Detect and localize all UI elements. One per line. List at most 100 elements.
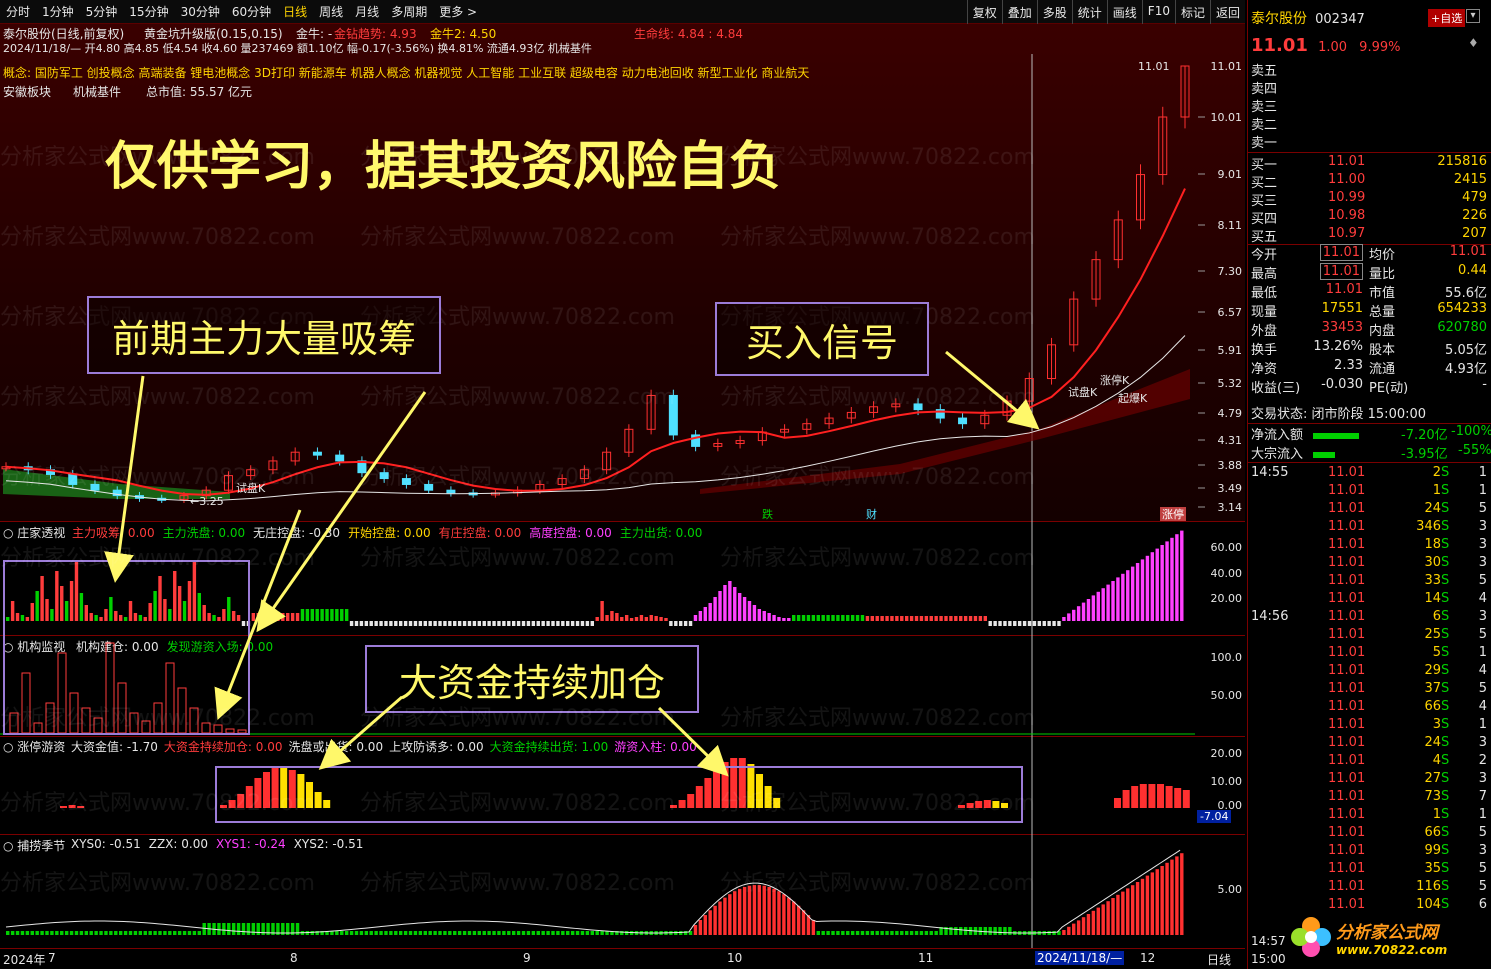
ask-row[interactable]: 卖四 [1251,78,1491,97]
tick-count: 5 [1478,879,1487,894]
tick-volume: 1 [1432,807,1441,822]
tick-price: 11.01 [1328,609,1366,624]
stat-value: 55.6亿 [1445,286,1487,301]
tick-count: 1 [1478,717,1487,732]
tick-side: S [1441,645,1450,660]
tick-price: 11.01 [1328,645,1366,660]
tick-price: 11.01 [1328,573,1366,588]
stat-value: 17551 [1321,301,1363,316]
tick-side: S [1441,483,1450,498]
tick-side: S [1441,861,1450,876]
ask-row[interactable]: 卖二 [1251,114,1491,133]
bid-row[interactable]: 买四 10.98 226 [1251,208,1491,227]
bid-row[interactable]: 买五 10.97 207 [1251,226,1491,245]
stat-label: 现量 [1251,305,1278,320]
stat-value: 5.05亿 [1445,343,1487,358]
tick-side: S [1441,843,1450,858]
stat-value: -0.030 [1321,377,1363,392]
tick-row: 11.01 66 S 5 [1251,825,1491,843]
tick-price: 11.01 [1328,501,1366,516]
add-watchlist-button[interactable]: +自选 [1428,9,1466,27]
tick-side: S [1441,537,1450,552]
tick-row: 11.01 99 S 3 [1251,843,1491,861]
ask-row[interactable]: 卖一 [1251,132,1491,151]
tick-count: 5 [1478,501,1487,516]
tick-price: 11.01 [1328,465,1366,480]
tick-row: 11.01 116 S 5 [1251,879,1491,897]
tick-volume: 35 [1424,861,1441,876]
tick-volume: 27 [1424,771,1441,786]
tick-side: S [1441,663,1450,678]
stat-label: 最低 [1251,286,1278,301]
bid-price: 10.98 [1328,208,1366,223]
stat-row: 净资 2.33 流通 4.93亿 [1251,358,1491,377]
stat-label: 均价 [1369,248,1396,263]
tick-side: S [1441,519,1450,534]
tick-row: 11.01 73 S 7 [1251,789,1491,807]
bid-price: 11.00 [1328,172,1366,187]
tick-volume: 37 [1424,681,1441,696]
tick-price: 11.01 [1328,789,1366,804]
tick-price: 11.01 [1328,753,1366,768]
tick-volume: 116 [1416,879,1441,894]
tick-side: S [1441,735,1450,750]
tick-volume: 14 [1424,591,1441,606]
tick-volume: 33 [1424,573,1441,588]
tick-count: 5 [1478,825,1487,840]
stat-row: 外盘 33453 内盘 620780 [1251,320,1491,339]
stat-label: 股本 [1369,343,1396,358]
tick-volume: 66 [1424,825,1441,840]
netflow-bar [1313,432,1360,439]
ask-row[interactable]: 卖五 [1251,60,1491,79]
tick-count: 3 [1478,555,1487,570]
tick-price: 11.01 [1328,627,1366,642]
stat-value: 33453 [1321,320,1363,335]
bid-row[interactable]: 买二 11.00 2415 [1251,172,1491,191]
bell-icon[interactable]: ♦ [1468,36,1479,50]
flower-logo-icon [1291,917,1331,957]
ask-label: 卖四 [1251,82,1278,97]
tick-price: 11.01 [1328,735,1366,750]
tick-row: 11.01 3 S 1 [1251,717,1491,735]
tick-volume: 2 [1432,465,1441,480]
tick-row: 11.01 4 S 2 [1251,753,1491,771]
tick-count: 3 [1478,537,1487,552]
tick-price: 11.01 [1328,861,1366,876]
price-change: 1.00 [1318,40,1348,55]
tick-row: 11.01 346 S 3 [1251,519,1491,537]
stat-value: 4.93亿 [1445,362,1487,377]
tick-price: 11.01 [1328,681,1366,696]
arrow-overlay [104,350,1040,777]
bigflow-label: 大宗流入 [1251,447,1304,462]
stat-row: 最低 11.01 市值 55.6亿 [1251,282,1491,301]
tick-side: S [1441,879,1450,894]
ask-row[interactable]: 卖三 [1251,96,1491,115]
tick-side: S [1441,825,1450,840]
quote-panel: 泰尔股份 002347 +自选 ▾ 11.01 1.00 9.99% ♦ 卖五卖… [1247,0,1491,969]
dropdown-icon[interactable]: ▾ [1466,9,1480,23]
tick-side: S [1441,771,1450,786]
bid-label: 买一 [1251,158,1278,173]
bid-row[interactable]: 买三 10.99 479 [1251,190,1491,209]
tick-price: 11.01 [1328,663,1366,678]
ask-label: 卖三 [1251,100,1278,115]
tick-count: 1 [1478,807,1487,822]
tick-row: 11.01 1 S 1 [1251,483,1491,501]
bigflow-pct: -55% [1458,443,1491,458]
tick-count: 3 [1478,519,1487,534]
tick-count: 4 [1478,663,1487,678]
tick-volume: 24 [1424,501,1441,516]
stat-label: 量比 [1369,267,1396,282]
tick-volume: 24 [1424,735,1441,750]
tick-count: 5 [1478,627,1487,642]
tick-row: 14:56 11.01 6 S 3 [1251,609,1491,627]
tick-price: 11.01 [1328,825,1366,840]
tick-count: 3 [1478,843,1487,858]
stat-row: 换手 13.26% 股本 5.05亿 [1251,339,1491,358]
tick-price: 11.01 [1328,519,1366,534]
bid-price: 10.99 [1328,190,1366,205]
tick-side: S [1441,717,1450,732]
stat-value: 11.01 [1319,263,1363,280]
bid-row[interactable]: 买一 11.01 215816 [1251,154,1491,173]
tick-count: 5 [1478,573,1487,588]
